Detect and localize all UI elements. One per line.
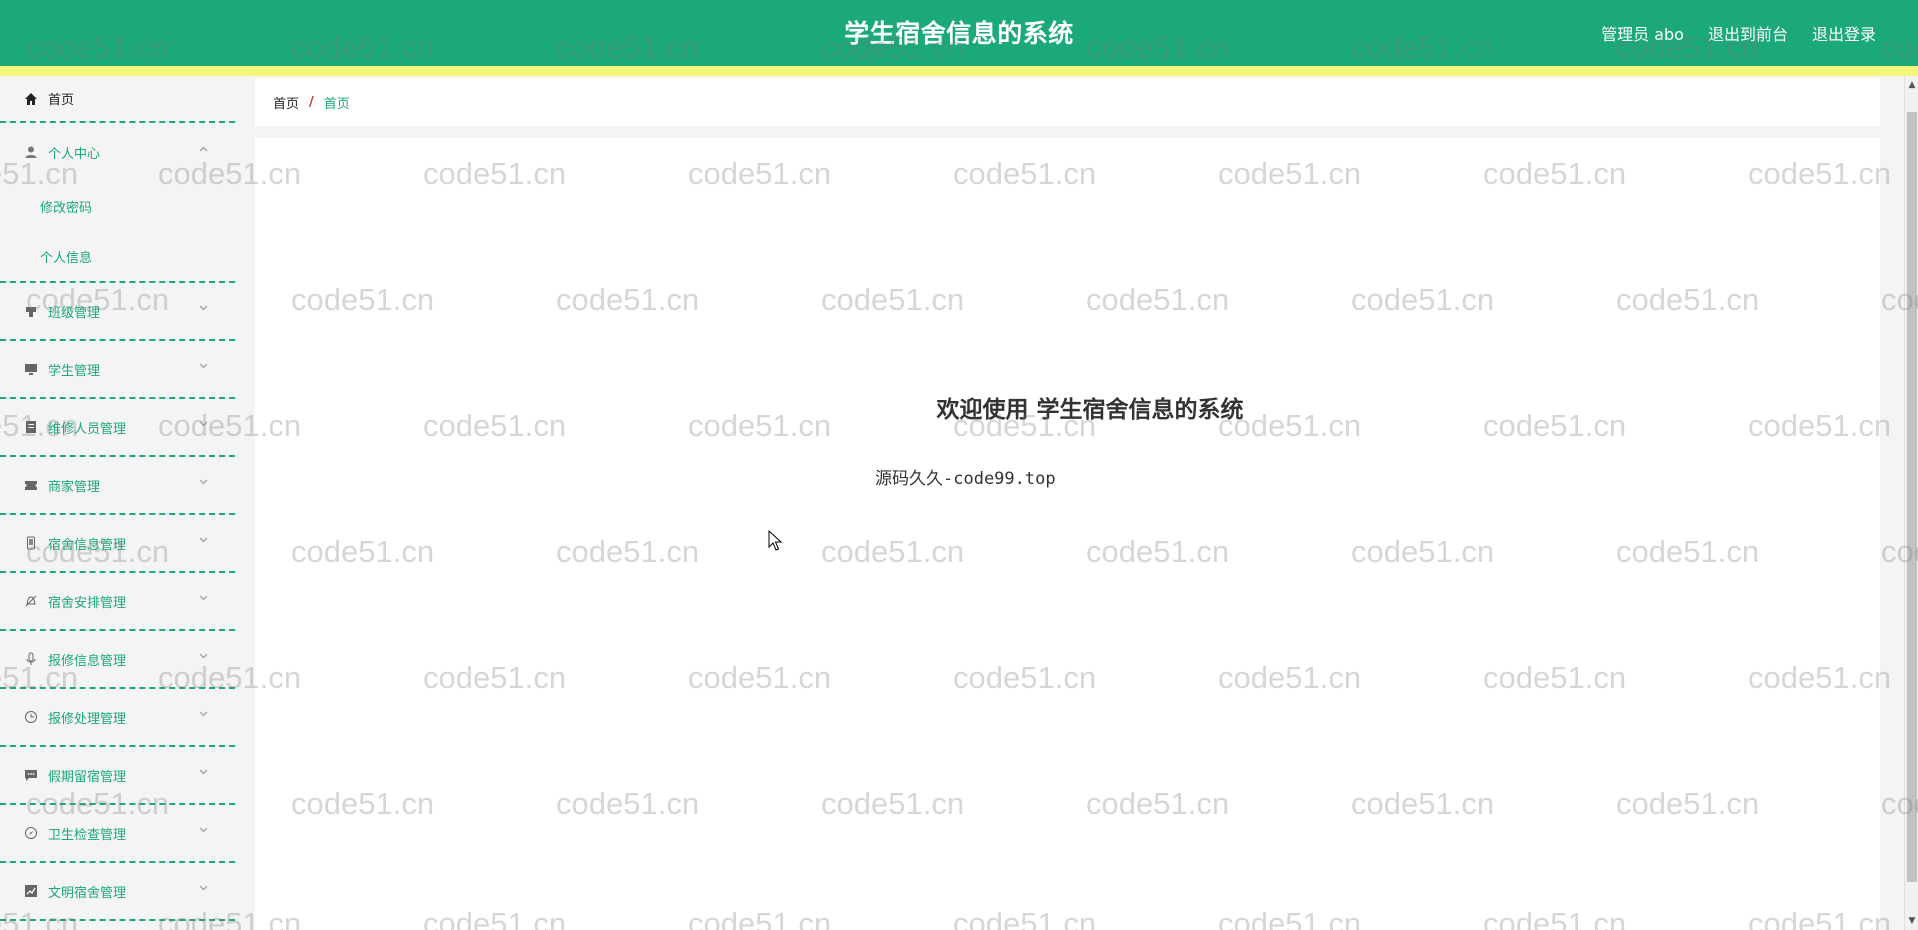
sidebar-item-home[interactable]: 首页: [0, 76, 235, 123]
chat-icon: [24, 768, 38, 782]
breadcrumb-current: 首页: [323, 96, 350, 112]
sidebar-item-10[interactable]: 文明宿舍管理: [0, 863, 235, 921]
welcome-heading: 欢迎使用 学生宿舍信息的系统: [936, 397, 1244, 423]
sidebar-item-label: 假期留宿管理: [48, 769, 127, 785]
chevron-down-icon: [199, 479, 208, 487]
scrollbar-thumb[interactable]: [1907, 112, 1917, 882]
sidebar-item-7[interactable]: 报修处理管理: [0, 689, 235, 747]
scroll-up-arrow-icon[interactable]: ▲: [1905, 78, 1918, 92]
chevron-up-icon: [199, 146, 208, 154]
logout-link[interactable]: 退出登录: [1812, 21, 1876, 45]
header-actions: 管理员 abo 退出到前台 退出登录: [1601, 21, 1876, 45]
sidebar-item-label: 报修信息管理: [48, 653, 127, 669]
chevron-down-icon: [199, 305, 208, 313]
chevron-down-icon: [199, 885, 208, 893]
breadcrumb-separator: /: [309, 94, 314, 110]
header-accent-strip: [0, 66, 1918, 76]
document-icon: [24, 420, 38, 434]
sidebar-item-label: 学生管理: [48, 363, 101, 379]
sidebar-item-label: 宿舍安排管理: [48, 595, 127, 611]
top-header: 学生宿舍信息的系统 管理员 abo 退出到前台 退出登录: [0, 0, 1918, 66]
sidebar-item-label: 卫生检查管理: [48, 827, 127, 843]
compass-icon: [24, 826, 38, 840]
main-content-panel: 欢迎使用 学生宿舍信息的系统 源码久久-code99.top: [255, 138, 1880, 930]
sidebar-item-8[interactable]: 假期留宿管理: [0, 747, 235, 805]
clock-icon: [24, 710, 38, 724]
breadcrumb: 首页 / 首页: [255, 78, 1880, 126]
sidebar-item-personal-center[interactable]: 个人中心: [0, 123, 235, 181]
chevron-down-icon: [199, 363, 208, 371]
page-scrollbar[interactable]: ▲ ▼: [1904, 76, 1918, 930]
sidebar-item-4[interactable]: 宿舍信息管理: [0, 515, 235, 573]
chevron-down-icon: [199, 653, 208, 661]
sidebar-item-label: 商家管理: [48, 479, 101, 495]
user-icon: [24, 145, 38, 159]
current-user-label: 管理员 abo: [1601, 25, 1684, 44]
personal-center-submenu: 修改密码 个人信息: [0, 181, 235, 283]
sidebar-item-label: 维修人员管理: [48, 421, 127, 437]
chevron-down-icon: [199, 421, 208, 429]
bell-off-icon: [24, 594, 38, 608]
sidebar-subitem-change-password[interactable]: 修改密码: [0, 181, 235, 231]
sidebar-item-9[interactable]: 卫生检查管理: [0, 805, 235, 863]
chevron-down-icon: [199, 537, 208, 545]
microphone-icon: [24, 652, 38, 666]
phone-icon: [24, 536, 38, 550]
sidebar-item-label: 班级管理: [48, 305, 101, 321]
chart-icon: [24, 884, 38, 898]
clipboard-icon: [24, 304, 38, 318]
chevron-down-icon: [199, 711, 208, 719]
sidebar-menu: 首页 个人中心 修改密码 个人信息 班级管理学生管理维修人员管理 商家管理宿舍信息…: [0, 76, 235, 930]
sidebar-item-5[interactable]: 宿舍安排管理: [0, 573, 235, 631]
sidebar-item-6[interactable]: 报修信息管理: [0, 631, 235, 689]
monitor-icon: [24, 362, 38, 376]
sidebar-item-label: 首页: [48, 93, 75, 108]
chevron-down-icon: [199, 769, 208, 777]
breadcrumb-home-link[interactable]: 首页: [273, 93, 299, 112]
sidebar-item-label: 报修处理管理: [48, 711, 127, 727]
chevron-down-icon: [199, 595, 208, 603]
sidebar-item-3[interactable]: 商家管理: [0, 457, 235, 515]
sidebar-item-2[interactable]: 维修人员管理: [0, 399, 235, 457]
mouse-cursor-icon: [768, 530, 782, 551]
sidebar-item-0[interactable]: 班级管理: [0, 283, 235, 341]
sidebar-item-label: 宿舍信息管理: [48, 537, 127, 553]
home-icon: [24, 92, 38, 106]
sidebar-item-1[interactable]: 学生管理: [0, 341, 235, 399]
sidebar-item-label: 文明宿舍管理: [48, 885, 127, 901]
chevron-down-icon: [199, 827, 208, 835]
ticket-icon: [24, 478, 38, 492]
scroll-down-arrow-icon[interactable]: ▼: [1905, 914, 1918, 928]
exit-to-frontend-link[interactable]: 退出到前台: [1708, 21, 1788, 45]
sidebar-subitem-personal-info[interactable]: 个人信息: [0, 231, 235, 281]
source-text: 源码久久-code99.top: [875, 469, 1056, 489]
sidebar-item-label: 个人中心: [48, 146, 101, 162]
